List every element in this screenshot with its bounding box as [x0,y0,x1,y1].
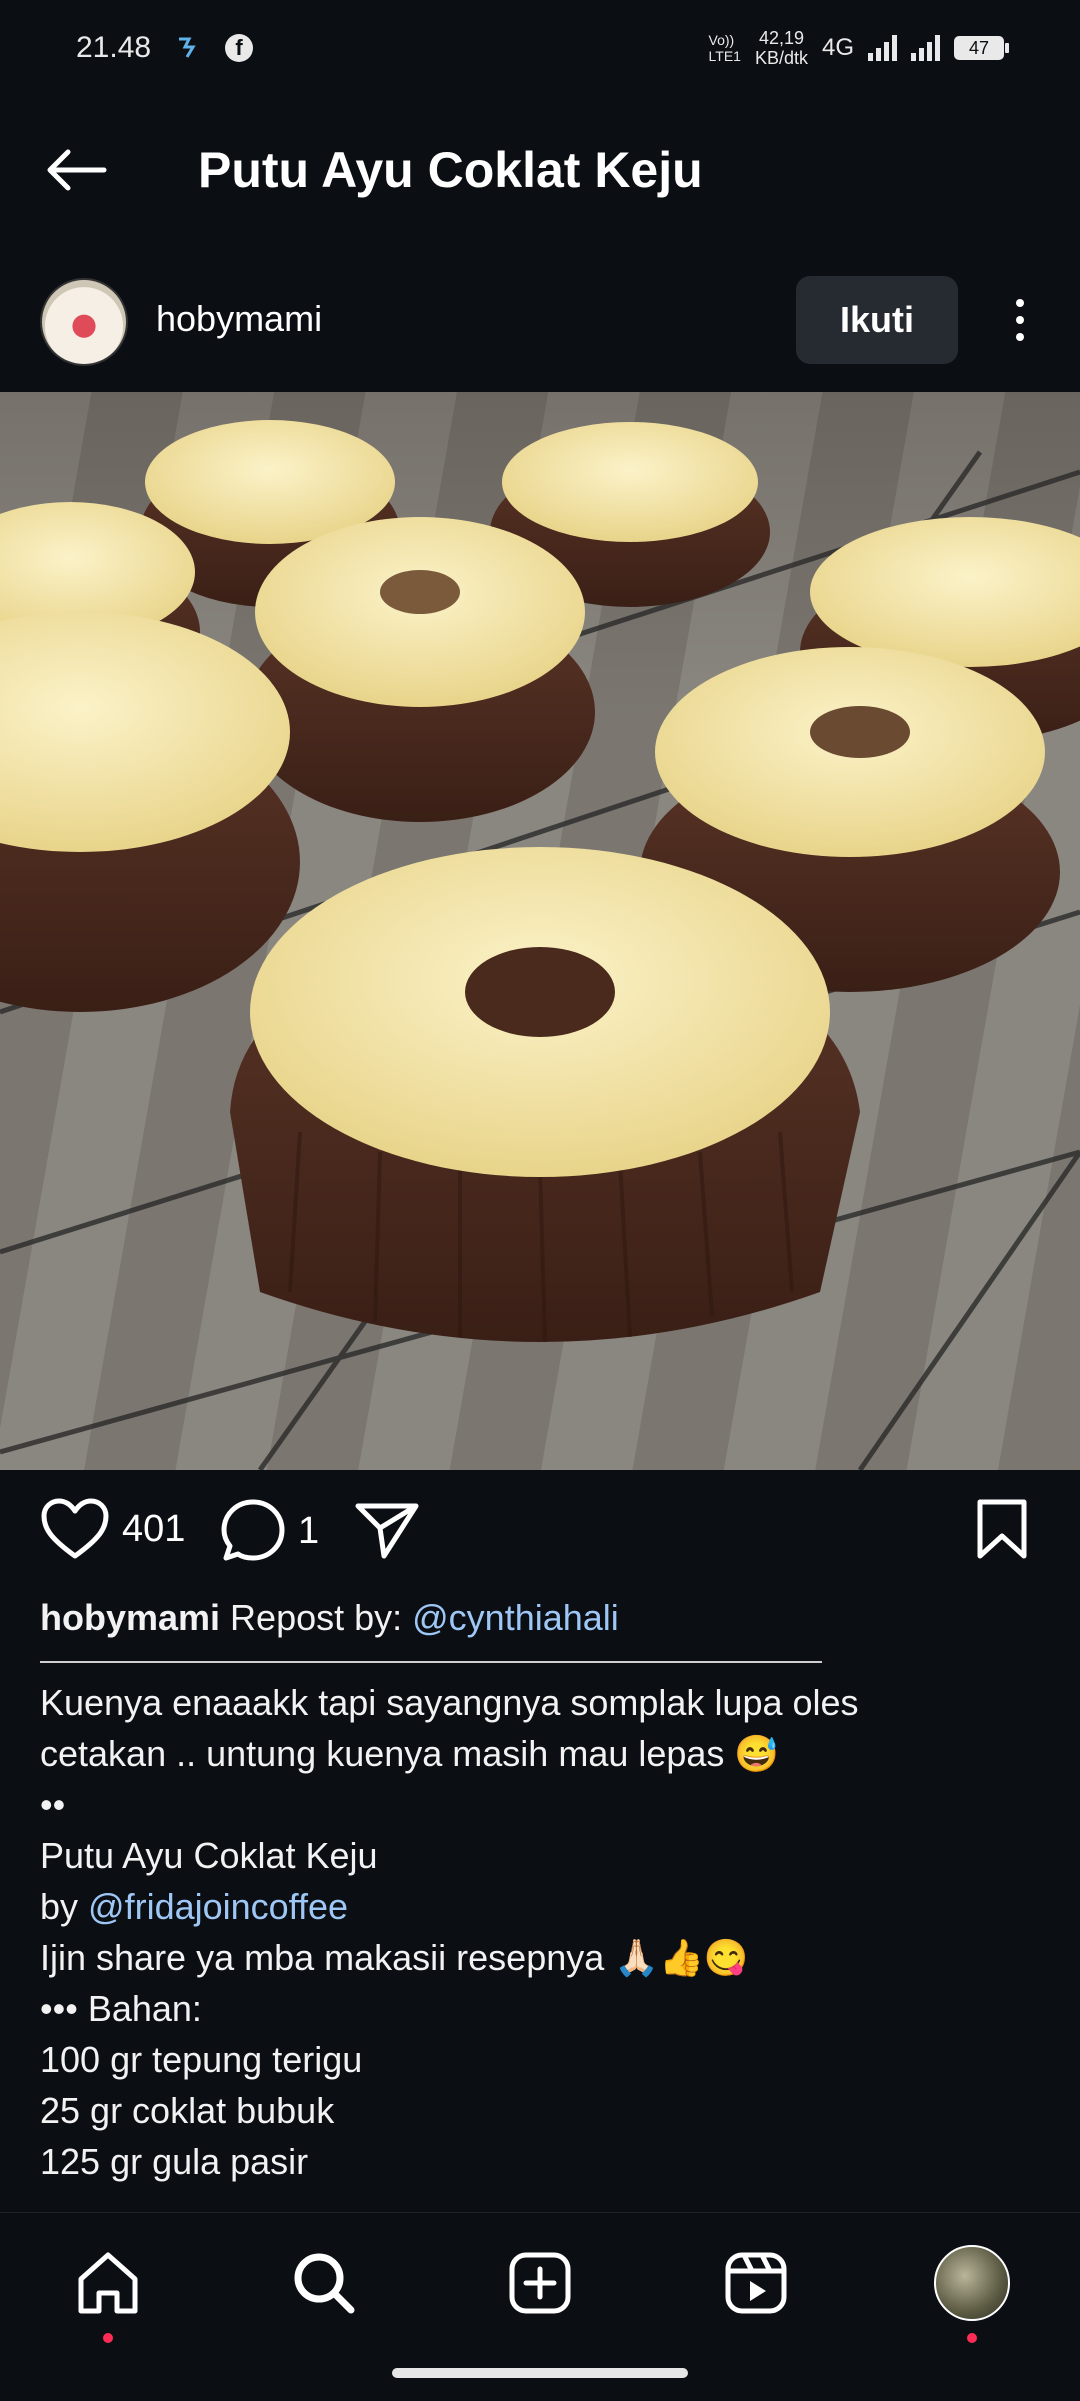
plus-square-icon [509,2252,571,2314]
status-left: 21.48 f [76,31,254,65]
speed-value: 42,19 [758,28,804,48]
app-notification-icon [175,35,201,61]
signal-icon-2 [911,35,940,61]
profile-notification-dot [967,2333,977,2343]
arrow-left-icon [47,149,107,191]
nav-profile[interactable] [922,2233,1022,2333]
caption-line: cetakan .. untung kuenya masih mau lepas… [40,1733,780,1774]
facebook-icon: f [225,34,254,62]
nav-search[interactable] [274,2233,374,2333]
volte-bottom: LTE1 [708,48,741,64]
author-avatar[interactable] [40,278,128,366]
status-right: Vo)) LTE1 42,19 KB/dtk 4G 47 [709,28,1009,68]
nav-create[interactable] [490,2233,590,2333]
author-username[interactable]: hobymami [156,298,322,340]
reels-icon [725,2252,787,2314]
caption-line: Ijin share ya mba makasii resepnya 🙏🏻👍😋 [40,1937,749,1978]
network-type: 4G [821,34,854,61]
profile-avatar [934,2245,1010,2321]
speed-unit: KB/dtk [754,48,808,68]
more-options-button[interactable] [1000,290,1040,350]
back-button[interactable] [40,140,112,200]
volte-indicator: Vo)) LTE1 [709,32,741,64]
comment-count: 1 [298,1509,320,1552]
status-time: 21.48 [76,31,152,64]
post-image[interactable] [0,392,1080,1470]
search-icon [294,2253,355,2314]
by-prefix: by [40,1886,89,1927]
more-vertical-icon [1016,299,1024,307]
save-button[interactable] [974,1498,1030,1560]
repost-prefix: Repost by: [220,1597,413,1638]
caption-by-line: by @fridajoincoffee [40,1881,1040,1932]
caption-line: 125 gr gula pasir [40,2141,309,2182]
home-indicator[interactable] [392,2368,688,2378]
caption-line: 100 gr tepung terigu [40,2039,363,2080]
nav-home[interactable] [58,2233,158,2333]
comment-icon [221,1499,285,1561]
cake-photo [0,420,1080,1470]
home-notification-dot [103,2333,113,2343]
nav-reels[interactable] [706,2233,806,2333]
share-button[interactable] [354,1500,420,1560]
caption-line: 25 gr coklat bubuk [40,2090,335,2131]
caption-line: Kuenya enaaakk tapi sayangnya somplak lu… [40,1682,859,1723]
status-bar: 21.48 f Vo)) LTE1 42,19 KB/dtk 4G 47 [0,0,1080,96]
caption-line: •• [40,1784,66,1825]
home-icon [78,2252,138,2314]
post-header: hobymami Ikuti [0,270,1080,390]
bookmark-icon [977,1499,1027,1559]
like-button[interactable]: 401 [40,1498,185,1560]
like-count: 401 [122,1507,186,1550]
network-speed: 42,19 KB/dtk [755,28,808,68]
signal-icon [868,35,897,61]
caption-username[interactable]: hobymami [40,1597,220,1638]
caption-divider [40,1661,822,1663]
page-title: Putu Ayu Coklat Keju [198,142,703,198]
post-actions: 401 1 [0,1488,1080,1584]
author-mention[interactable]: @fridajoincoffee [88,1886,348,1927]
caption-line: Putu Ayu Coklat Keju [40,1835,378,1876]
caption-line: ••• Bahan: [40,1988,202,2029]
send-icon [355,1503,419,1559]
top-bar: Putu Ayu Coklat Keju [0,110,1080,230]
follow-button[interactable]: Ikuti [796,276,958,364]
volte-top: Vo)) [708,32,735,48]
repost-mention[interactable]: @cynthiahali [412,1597,619,1638]
heart-icon [41,1498,109,1559]
post-caption: hobymami Repost by: @cynthiahali Kuenya … [40,1592,1040,2187]
caption-header: hobymami Repost by: @cynthiahali [40,1592,1040,1643]
comment-button[interactable]: 1 [220,1498,319,1564]
battery-icon: 47 [954,36,1009,60]
